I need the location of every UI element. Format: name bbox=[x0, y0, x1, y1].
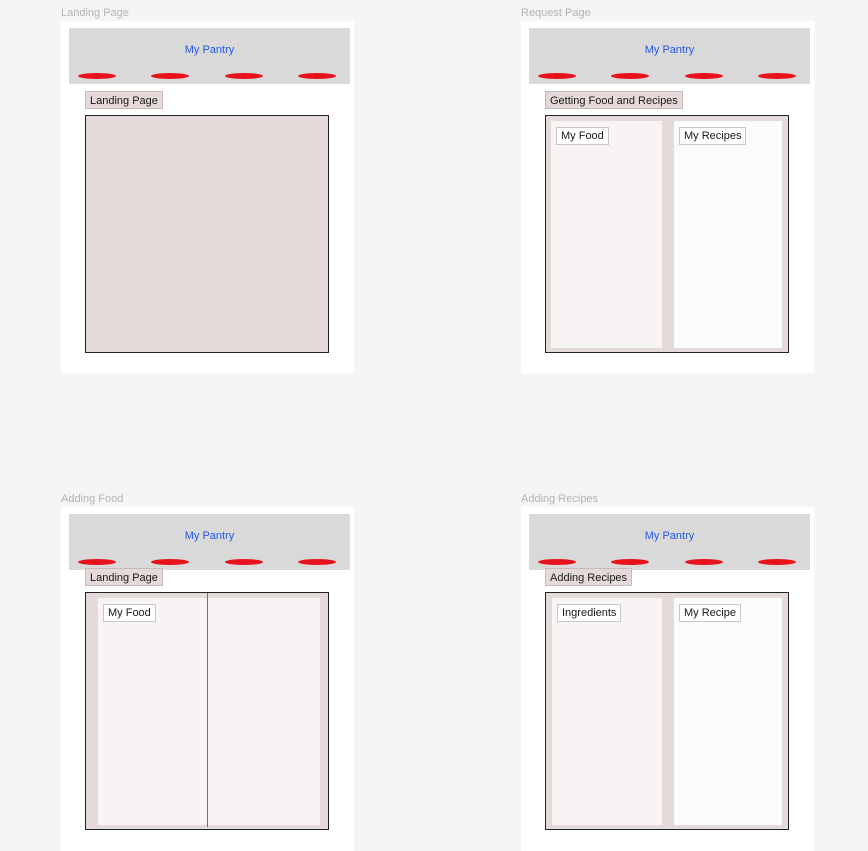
nav-item-3[interactable] bbox=[225, 73, 263, 79]
nav-item-2[interactable] bbox=[151, 73, 189, 79]
content-area: Ingredients My Recipe bbox=[545, 592, 789, 830]
content-area bbox=[85, 115, 329, 353]
frame-label-adding-food: Adding Food bbox=[61, 493, 124, 505]
nav-item-1[interactable] bbox=[78, 73, 116, 79]
content-area: My Food bbox=[85, 592, 329, 830]
page-tag: Getting Food and Recipes bbox=[545, 91, 683, 109]
app-header: My Pantry bbox=[529, 28, 810, 84]
my-recipes-label: My Recipes bbox=[679, 127, 747, 145]
my-food-panel[interactable]: My Food bbox=[98, 598, 320, 825]
nav-item-2[interactable] bbox=[611, 73, 649, 79]
app-header: My Pantry bbox=[69, 28, 350, 84]
ingredients-label: Ingredients bbox=[557, 604, 622, 622]
panel-divider[interactable] bbox=[207, 593, 208, 827]
app-header: My Pantry bbox=[69, 514, 350, 570]
app-header: My Pantry bbox=[529, 514, 810, 570]
my-food-label: My Food bbox=[556, 127, 609, 145]
app-title[interactable]: My Pantry bbox=[529, 44, 810, 56]
frame-request-page: My Pantry Getting Food and Recipes My Fo… bbox=[521, 21, 814, 373]
content-area: My Food My Recipes bbox=[545, 115, 789, 353]
my-recipe-label: My Recipe bbox=[679, 604, 741, 622]
frame-label-request: Request Page bbox=[521, 7, 591, 19]
nav-item-1[interactable] bbox=[538, 559, 576, 565]
nav-item-4[interactable] bbox=[298, 73, 336, 79]
app-title[interactable]: My Pantry bbox=[529, 530, 810, 542]
frame-landing-page: My Pantry Landing Page bbox=[61, 21, 354, 373]
app-title[interactable]: My Pantry bbox=[69, 44, 350, 56]
frame-adding-recipes: My Pantry Adding Recipes Ingredients My … bbox=[521, 507, 814, 851]
my-recipe-panel[interactable]: My Recipe bbox=[674, 598, 782, 825]
my-recipes-panel[interactable]: My Recipes bbox=[674, 121, 782, 348]
nav-item-3[interactable] bbox=[685, 73, 723, 79]
my-food-panel[interactable]: My Food bbox=[551, 121, 662, 348]
page-tag: Landing Page bbox=[85, 91, 163, 109]
page-tag: Adding Recipes bbox=[545, 568, 633, 586]
nav-item-3[interactable] bbox=[225, 559, 263, 565]
app-title[interactable]: My Pantry bbox=[69, 530, 350, 542]
nav-item-4[interactable] bbox=[758, 559, 796, 565]
my-food-label: My Food bbox=[103, 604, 156, 622]
nav-item-1[interactable] bbox=[78, 559, 116, 565]
nav-item-2[interactable] bbox=[151, 559, 189, 565]
frame-adding-food: My Pantry Landing Page My Food bbox=[61, 507, 354, 851]
frame-label-landing: Landing Page bbox=[61, 7, 129, 19]
frame-label-adding-recipes: Adding Recipes bbox=[521, 493, 599, 505]
nav-item-1[interactable] bbox=[538, 73, 576, 79]
page-tag: Landing Page bbox=[85, 568, 163, 586]
nav-item-4[interactable] bbox=[758, 73, 796, 79]
ingredients-panel[interactable]: Ingredients bbox=[552, 598, 662, 825]
nav-item-2[interactable] bbox=[611, 559, 649, 565]
nav-item-3[interactable] bbox=[685, 559, 723, 565]
nav-item-4[interactable] bbox=[298, 559, 336, 565]
